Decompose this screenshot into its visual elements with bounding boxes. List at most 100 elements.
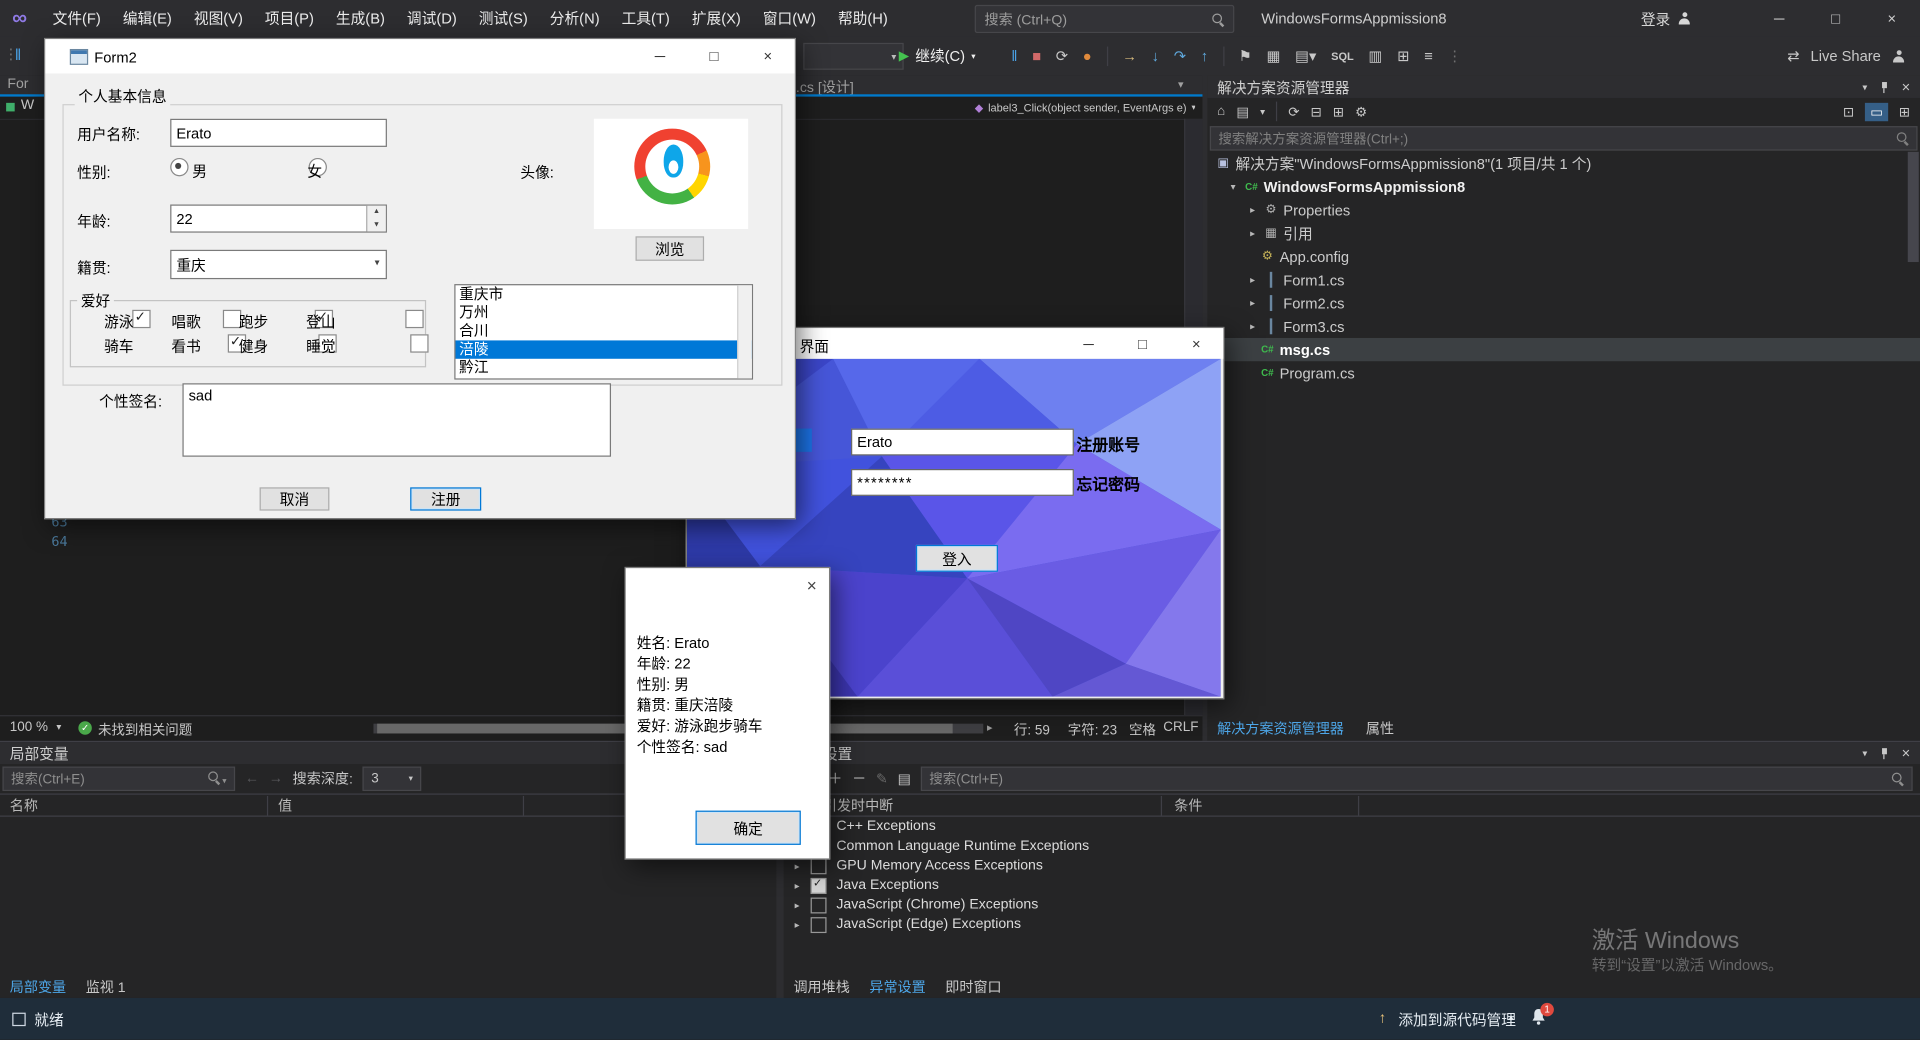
document-tab-partial-left[interactable]: For [7,77,28,92]
age-numeric-updown[interactable]: 22 ▲ ▼ [170,204,387,233]
chevron-down-icon[interactable]: ▾ [1862,748,1867,759]
add-window-icon[interactable]: ⊞ [1397,48,1409,65]
bookmark-icon[interactable]: ⚑ [1239,48,1252,65]
tree-item-form2[interactable]: ▸ Form2.cs [1207,291,1920,314]
spin-down-icon[interactable]: ▼ [367,219,385,232]
exception-row[interactable]: ▸ JavaScript (Edge) Exceptions [784,915,1920,935]
hot-reload-icon[interactable]: ● [1083,48,1092,65]
configuration-dropdown[interactable]: ▾ [803,42,904,70]
exception-row[interactable]: ▸ C++ Exceptions [784,817,1920,837]
menu-build[interactable]: 生成(B) [325,0,396,37]
pin-icon[interactable] [1880,747,1890,759]
list-item[interactable]: 重庆市 [456,285,752,303]
tab-locals[interactable]: 局部变量 [10,977,66,997]
list-item[interactable]: 合川 [456,322,752,340]
collapsed-arrow-icon[interactable]: ▸ [1247,321,1259,332]
female-radio-label[interactable]: 女 [307,160,322,181]
search-next-icon[interactable]: → [269,771,283,786]
maximize-button[interactable]: □ [1807,0,1863,37]
minimize-button[interactable]: ─ [1062,328,1116,359]
tab-properties[interactable]: 属性 [1366,719,1394,739]
remove-icon[interactable]: － [852,769,866,789]
list-item[interactable]: 黔江 [456,359,752,377]
exception-row[interactable]: ▸ Common Language Runtime Exceptions [784,836,1920,856]
tree-item-references[interactable]: ▸ ▦ 引用 [1207,222,1920,245]
search-depth-dropdown[interactable]: 3 ▾ [362,766,422,792]
menu-view[interactable]: 视图(V) [183,0,254,37]
breadcrumb-class-fragment[interactable]: W [21,98,34,113]
collapsed-arrow-icon[interactable]: ▸ [1247,274,1259,285]
notification-bell-icon[interactable]: 1 [1531,1002,1554,1030]
zoom-level[interactable]: 100 % [10,720,48,735]
exception-row[interactable]: ▸ JavaScript (Chrome) Exceptions [784,895,1920,915]
close-icon[interactable]: × [1902,744,1911,761]
table-dropdown-icon[interactable]: ▤▾ [1295,48,1316,65]
cancel-button[interactable]: 取消 [259,487,330,511]
form2-titlebar[interactable]: Form2 ─ □ × [45,39,795,74]
maximize-button[interactable]: □ [1116,328,1170,359]
step-out-icon[interactable]: ↑ [1201,48,1208,65]
exceptions-search-input[interactable]: 搜索(Ctrl+E) [920,766,1913,792]
listbox-scrollbar[interactable] [737,285,752,379]
tree-item-form3[interactable]: ▸ Form3.cs [1207,315,1920,338]
sync-active-document-icon[interactable]: ▭ [1865,102,1888,121]
collapsed-arrow-icon[interactable]: ▸ [1247,204,1259,215]
locals-search-input[interactable]: 搜索(Ctrl+E) ▾ [2,766,236,792]
menu-extensions[interactable]: 扩展(X) [681,0,752,37]
menu-help[interactable]: 帮助(H) [827,0,899,37]
ok-button[interactable]: 确定 [695,810,801,845]
exception-row[interactable]: ▸ GPU Memory Access Exceptions [784,856,1920,876]
home-icon[interactable]: ⌂ [1217,104,1225,119]
hobby-label[interactable]: 健身 [239,336,268,357]
add-to-source-control-button[interactable]: 添加到源代码管理 [1398,1009,1516,1030]
column-break-when-thrown[interactable]: 引发时中断 [784,795,1163,815]
step-over-icon[interactable]: ↷ [1174,48,1186,65]
hobby-label[interactable]: 游泳 [104,311,133,332]
male-radio[interactable] [170,157,189,177]
feedback-icon[interactable] [1892,49,1905,63]
continue-button[interactable]: ▶ 继续(C) ▾ [899,43,976,69]
step-into-icon[interactable]: ↓ [1152,48,1159,65]
close-button[interactable]: × [1864,0,1920,37]
tab-solution-explorer[interactable]: 解决方案资源管理器 [1217,719,1344,739]
hobby-label[interactable]: 唱歌 [171,311,200,332]
restart-icon[interactable]: ⟳ [1056,48,1068,65]
exception-row[interactable]: ▸ Java Exceptions [784,876,1920,896]
solution-search-input[interactable]: 搜索解决方案资源管理器(Ctrl+;) [1209,126,1918,151]
list-item[interactable]: 万州 [456,304,752,322]
collapsed-arrow-icon[interactable]: ▸ [791,880,803,891]
login-button[interactable]: 登入 [915,544,998,572]
show-next-statement-icon[interactable]: → [1122,48,1137,65]
city-listbox[interactable]: 重庆市 万州 合川 涪陵 黔江 [454,284,754,380]
list-settings-icon[interactable]: ▤ [898,770,911,788]
collapsed-arrow-icon[interactable]: ▸ [791,860,803,871]
tree-item-msgcs[interactable]: C# msg.cs [1207,337,1920,362]
sign-in-button[interactable]: 登录 [1641,0,1691,37]
solution-explorer-scrollbar[interactable] [1907,151,1919,263]
toolbar-overflow-icon[interactable]: ⋮ [1447,48,1462,65]
close-button[interactable]: × [741,39,795,73]
column-name[interactable]: 名称 [0,795,269,815]
exception-checkbox[interactable] [810,857,827,874]
register-button[interactable]: 注册 [410,487,482,511]
grid-icon[interactable]: ▦ [1267,48,1281,65]
exception-checkbox[interactable] [810,876,827,894]
tree-item-project[interactable]: ▾ C# WindowsFormsAppmission8 [1207,175,1920,198]
list-item[interactable]: 涪陵 [455,340,752,359]
hobby-label[interactable]: 骑车 [104,336,133,357]
add-icon[interactable]: ＋ [828,769,842,789]
close-icon[interactable]: × [1902,78,1911,95]
source-control-chevron-icon[interactable]: ▴ [1509,1011,1514,1022]
hometown-combobox[interactable]: 重庆 ▾ [170,249,387,280]
pin-icon[interactable] [1880,81,1890,93]
tab-watch1[interactable]: 监视 1 [86,977,126,997]
list-icon[interactable]: ≡ [1424,48,1433,65]
tree-item-programcs[interactable]: C# Program.cs [1207,361,1920,384]
refresh-icon[interactable]: ⟳ [1288,103,1299,120]
username-input[interactable]: Erato [170,118,387,147]
hobby-label[interactable]: 看书 [171,336,200,357]
hobby-checkbox-climb[interactable] [405,309,424,329]
preview-icon[interactable]: ⊞ [1899,103,1910,120]
scroll-right-arrow-icon[interactable]: ▸ [987,721,993,734]
method-dropdown[interactable]: ◆ label3_Click(object sender, EventArgs … [975,98,1195,118]
